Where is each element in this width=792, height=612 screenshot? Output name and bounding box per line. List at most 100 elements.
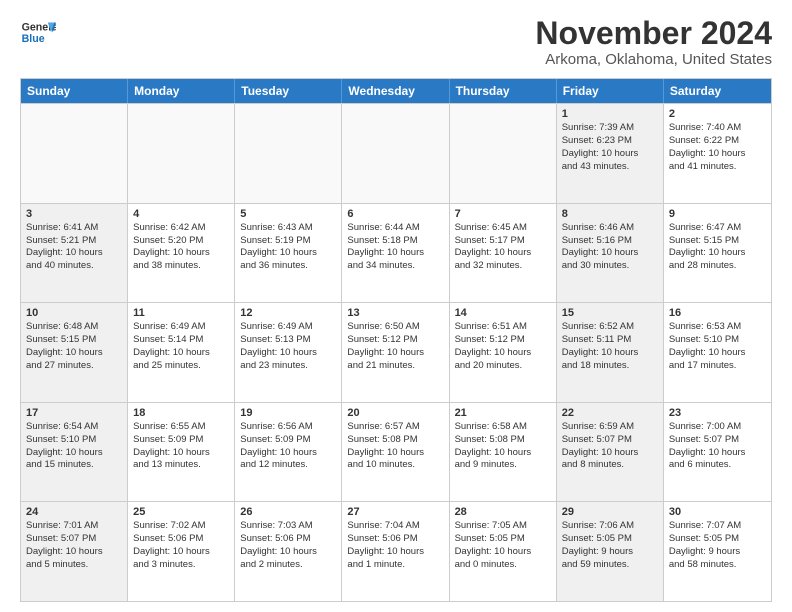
day-number: 22 bbox=[562, 407, 658, 419]
day-number: 10 bbox=[26, 307, 122, 319]
calendar-cell: 2Sunrise: 7:40 AM Sunset: 6:22 PM Daylig… bbox=[664, 104, 771, 203]
day-info: Sunrise: 6:50 AM Sunset: 5:12 PM Dayligh… bbox=[347, 321, 443, 372]
weekday-header-tuesday: Tuesday bbox=[235, 79, 342, 103]
day-number: 17 bbox=[26, 407, 122, 419]
day-number: 18 bbox=[133, 407, 229, 419]
calendar-cell: 14 Sunrise: 6:51 AM Sunset: 5:12 PM Dayli… bbox=[450, 303, 557, 402]
day-info: Sunrise: 7:00 AM Sunset: 5:07 PM Dayligh… bbox=[669, 421, 766, 472]
day-info: Sunrise: 7:01 AM Sunset: 5:07 PM Dayligh… bbox=[26, 520, 122, 571]
calendar-cell: 18Sunrise: 6:55 AM Sunset: 5:09 PM Dayli… bbox=[128, 403, 235, 502]
day-info: Sunrise: 6:56 AM Sunset: 5:09 PM Dayligh… bbox=[240, 421, 336, 472]
calendar-cell: 20 Sunrise: 6:57 AM Sunset: 5:08 PM Dayli… bbox=[342, 403, 449, 502]
day-number: 4 bbox=[133, 208, 229, 220]
day-number: 30 bbox=[669, 506, 766, 518]
day-number: 9 bbox=[669, 208, 766, 220]
calendar-cell: 7 Sunrise: 6:45 AM Sunset: 5:17 PM Daylig… bbox=[450, 204, 557, 303]
calendar-cell: 1 Sunrise: 7:39 AM Sunset: 6:23 PM Daylig… bbox=[557, 104, 664, 203]
day-number: 16 bbox=[669, 307, 766, 319]
day-number: 20 bbox=[347, 407, 443, 419]
calendar-header: SundayMondayTuesdayWednesdayThursdayFrid… bbox=[21, 79, 771, 103]
day-info: Sunrise: 6:57 AM Sunset: 5:08 PM Dayligh… bbox=[347, 421, 443, 472]
calendar-cell bbox=[342, 104, 449, 203]
week-row-4: 17 Sunrise: 6:54 AM Sunset: 5:10 PM Dayli… bbox=[21, 402, 771, 502]
weekday-header-monday: Monday bbox=[128, 79, 235, 103]
calendar-cell: 8 Sunrise: 6:46 AM Sunset: 5:16 PM Daylig… bbox=[557, 204, 664, 303]
header: General Blue November 2024 Arkoma, Oklah… bbox=[20, 16, 772, 68]
calendar-cell: 4 Sunrise: 6:42 AM Sunset: 5:20 PM Daylig… bbox=[128, 204, 235, 303]
calendar: SundayMondayTuesdayWednesdayThursdayFrid… bbox=[20, 78, 772, 602]
day-info: Sunrise: 7:39 AM Sunset: 6:23 PM Dayligh… bbox=[562, 122, 658, 173]
day-number: 14 bbox=[455, 307, 551, 319]
calendar-cell: 10 Sunrise: 6:48 AM Sunset: 5:15 PM Dayli… bbox=[21, 303, 128, 402]
day-info: Sunrise: 6:47 AM Sunset: 5:15 PM Dayligh… bbox=[669, 222, 766, 273]
day-number: 12 bbox=[240, 307, 336, 319]
calendar-cell bbox=[450, 104, 557, 203]
calendar-cell: 12Sunrise: 6:49 AM Sunset: 5:13 PM Dayli… bbox=[235, 303, 342, 402]
day-number: 6 bbox=[347, 208, 443, 220]
calendar-cell: 26 Sunrise: 7:03 AM Sunset: 5:06 PM Dayli… bbox=[235, 502, 342, 601]
day-info: Sunrise: 6:45 AM Sunset: 5:17 PM Dayligh… bbox=[455, 222, 551, 273]
calendar-cell: 3Sunrise: 6:41 AM Sunset: 5:21 PM Daylig… bbox=[21, 204, 128, 303]
day-number: 13 bbox=[347, 307, 443, 319]
calendar-cell: 5 Sunrise: 6:43 AM Sunset: 5:19 PM Daylig… bbox=[235, 204, 342, 303]
day-number: 19 bbox=[240, 407, 336, 419]
day-info: Sunrise: 7:07 AM Sunset: 5:05 PM Dayligh… bbox=[669, 520, 766, 571]
day-info: Sunrise: 6:44 AM Sunset: 5:18 PM Dayligh… bbox=[347, 222, 443, 273]
calendar-cell bbox=[128, 104, 235, 203]
day-info: Sunrise: 7:05 AM Sunset: 5:05 PM Dayligh… bbox=[455, 520, 551, 571]
day-info: Sunrise: 6:49 AM Sunset: 5:14 PM Dayligh… bbox=[133, 321, 229, 372]
week-row-2: 3Sunrise: 6:41 AM Sunset: 5:21 PM Daylig… bbox=[21, 203, 771, 303]
day-info: Sunrise: 6:43 AM Sunset: 5:19 PM Dayligh… bbox=[240, 222, 336, 273]
calendar-cell: 6 Sunrise: 6:44 AM Sunset: 5:18 PM Daylig… bbox=[342, 204, 449, 303]
calendar-cell: 21 Sunrise: 6:58 AM Sunset: 5:08 PM Dayli… bbox=[450, 403, 557, 502]
day-info: Sunrise: 7:04 AM Sunset: 5:06 PM Dayligh… bbox=[347, 520, 443, 571]
calendar-body: 1 Sunrise: 7:39 AM Sunset: 6:23 PM Daylig… bbox=[21, 103, 771, 601]
weekday-header-thursday: Thursday bbox=[450, 79, 557, 103]
day-info: Sunrise: 7:03 AM Sunset: 5:06 PM Dayligh… bbox=[240, 520, 336, 571]
day-number: 25 bbox=[133, 506, 229, 518]
title-block: November 2024 Arkoma, Oklahoma, United S… bbox=[535, 16, 772, 68]
calendar-cell bbox=[21, 104, 128, 203]
day-info: Sunrise: 7:40 AM Sunset: 6:22 PM Dayligh… bbox=[669, 122, 766, 173]
calendar-cell: 19 Sunrise: 6:56 AM Sunset: 5:09 PM Dayli… bbox=[235, 403, 342, 502]
calendar-cell: 24Sunrise: 7:01 AM Sunset: 5:07 PM Dayli… bbox=[21, 502, 128, 601]
day-number: 28 bbox=[455, 506, 551, 518]
day-number: 29 bbox=[562, 506, 658, 518]
location: Arkoma, Oklahoma, United States bbox=[535, 51, 772, 68]
weekday-header-sunday: Sunday bbox=[21, 79, 128, 103]
day-number: 21 bbox=[455, 407, 551, 419]
day-info: Sunrise: 7:06 AM Sunset: 5:05 PM Dayligh… bbox=[562, 520, 658, 571]
day-number: 15 bbox=[562, 307, 658, 319]
day-number: 3 bbox=[26, 208, 122, 220]
calendar-cell: 16Sunrise: 6:53 AM Sunset: 5:10 PM Dayli… bbox=[664, 303, 771, 402]
calendar-cell: 17 Sunrise: 6:54 AM Sunset: 5:10 PM Dayli… bbox=[21, 403, 128, 502]
logo-icon: General Blue bbox=[20, 16, 56, 52]
day-info: Sunrise: 6:46 AM Sunset: 5:16 PM Dayligh… bbox=[562, 222, 658, 273]
calendar-cell: 23Sunrise: 7:00 AM Sunset: 5:07 PM Dayli… bbox=[664, 403, 771, 502]
calendar-cell: 29 Sunrise: 7:06 AM Sunset: 5:05 PM Dayli… bbox=[557, 502, 664, 601]
day-number: 7 bbox=[455, 208, 551, 220]
svg-text:Blue: Blue bbox=[22, 33, 45, 45]
day-number: 1 bbox=[562, 108, 658, 120]
day-info: Sunrise: 6:48 AM Sunset: 5:15 PM Dayligh… bbox=[26, 321, 122, 372]
day-info: Sunrise: 6:42 AM Sunset: 5:20 PM Dayligh… bbox=[133, 222, 229, 273]
weekday-header-wednesday: Wednesday bbox=[342, 79, 449, 103]
day-number: 26 bbox=[240, 506, 336, 518]
calendar-cell: 25Sunrise: 7:02 AM Sunset: 5:06 PM Dayli… bbox=[128, 502, 235, 601]
day-info: Sunrise: 6:51 AM Sunset: 5:12 PM Dayligh… bbox=[455, 321, 551, 372]
calendar-cell: 28 Sunrise: 7:05 AM Sunset: 5:05 PM Dayli… bbox=[450, 502, 557, 601]
calendar-cell: 11Sunrise: 6:49 AM Sunset: 5:14 PM Dayli… bbox=[128, 303, 235, 402]
day-info: Sunrise: 6:58 AM Sunset: 5:08 PM Dayligh… bbox=[455, 421, 551, 472]
day-number: 5 bbox=[240, 208, 336, 220]
day-info: Sunrise: 6:52 AM Sunset: 5:11 PM Dayligh… bbox=[562, 321, 658, 372]
calendar-cell: 27 Sunrise: 7:04 AM Sunset: 5:06 PM Dayli… bbox=[342, 502, 449, 601]
month-title: November 2024 bbox=[535, 16, 772, 51]
week-row-5: 24Sunrise: 7:01 AM Sunset: 5:07 PM Dayli… bbox=[21, 501, 771, 601]
day-number: 27 bbox=[347, 506, 443, 518]
day-number: 8 bbox=[562, 208, 658, 220]
day-info: Sunrise: 6:54 AM Sunset: 5:10 PM Dayligh… bbox=[26, 421, 122, 472]
calendar-cell bbox=[235, 104, 342, 203]
logo: General Blue bbox=[20, 16, 56, 52]
page: General Blue November 2024 Arkoma, Oklah… bbox=[0, 0, 792, 612]
calendar-cell: 22Sunrise: 6:59 AM Sunset: 5:07 PM Dayli… bbox=[557, 403, 664, 502]
